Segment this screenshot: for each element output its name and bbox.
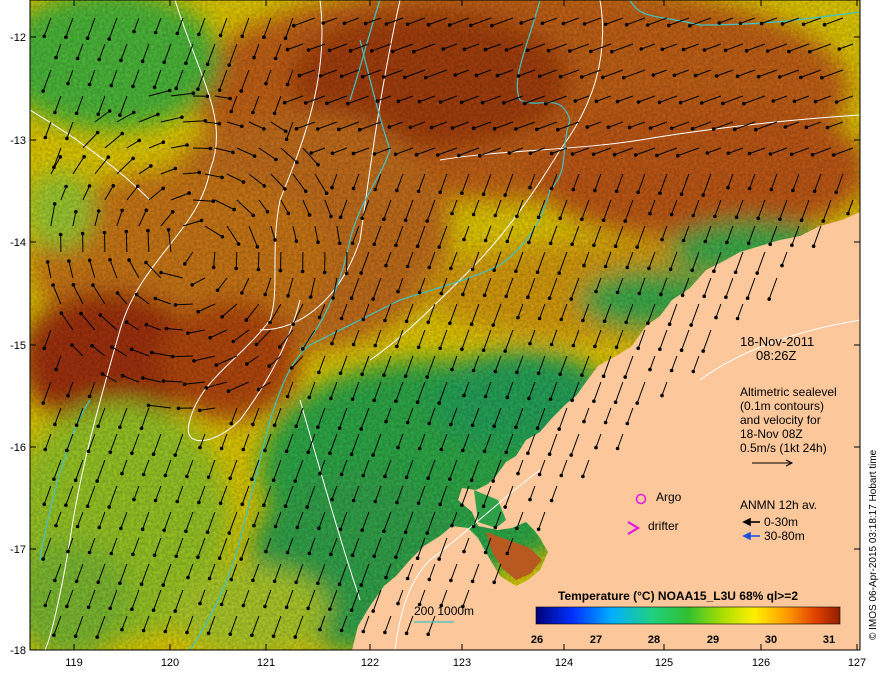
lat-label-14: -14 [10,237,26,249]
anmn-shallow-label: 0-30m [764,515,798,529]
time-label: 08:26Z [756,348,797,363]
lat-label-16: -16 [10,442,26,454]
colorbar-tick-27: 27 [590,634,602,646]
anmn-deep-label: 30-80m [764,529,805,543]
lon-label-122: 122 [361,657,379,669]
lat-label-15: -15 [10,340,26,352]
colorbar-title: Temperature (°C) NOAA15_L3U 68% ql>=2 [558,589,798,603]
lon-label-127: 127 [848,657,866,669]
lon-label-119: 119 [65,657,83,669]
lon-label-121: 121 [257,657,275,669]
bathy-label: 200 1000m [414,604,474,618]
altimetry-line-5: 0.5m/s (1kt 24h) [740,441,827,455]
lon-axis-labels: 119 120 121 122 123 124 125 126 127 [65,657,866,669]
colorbar-tick-28: 28 [648,634,660,646]
lat-label-18: -18 [10,645,26,657]
lon-label-126: 126 [752,657,770,669]
argo-label: Argo [656,490,682,504]
lat-label-17: -17 [10,544,26,556]
colorbar-tick-31: 31 [823,634,835,646]
imos-credit: © IMOS 06-Apr-2015 03:18:17 Hobart time [868,449,879,640]
altimetry-line-2: (0.1m contours) [740,399,824,413]
lon-label-120: 120 [161,657,179,669]
sst-map: 119 120 121 122 123 124 125 126 127 -12 … [10,0,879,669]
altimetry-line-4: 18-Nov 08Z [740,427,803,441]
colorbar-tick-29: 29 [707,634,719,646]
lat-label-13: -13 [10,135,26,147]
drifter-label: drifter [648,519,679,533]
lon-label-123: 123 [453,657,471,669]
altimetry-line-3: and velocity for [740,413,821,427]
lon-label-125: 125 [655,657,673,669]
date-label: 18-Nov-2011 [740,334,814,349]
colorbar-tick-26: 26 [531,634,543,646]
lat-label-12: -12 [10,32,26,44]
anmn-title: ANMN 12h av. [740,498,817,512]
altimetry-line-1: Altimetric sealevel [740,385,837,399]
lat-axis-labels: -12 -13 -14 -15 -16 -17 -18 [10,32,26,657]
lon-label-124: 124 [555,657,573,669]
colorbar-tick-30: 30 [765,634,777,646]
colorbar-gradient [535,606,841,625]
